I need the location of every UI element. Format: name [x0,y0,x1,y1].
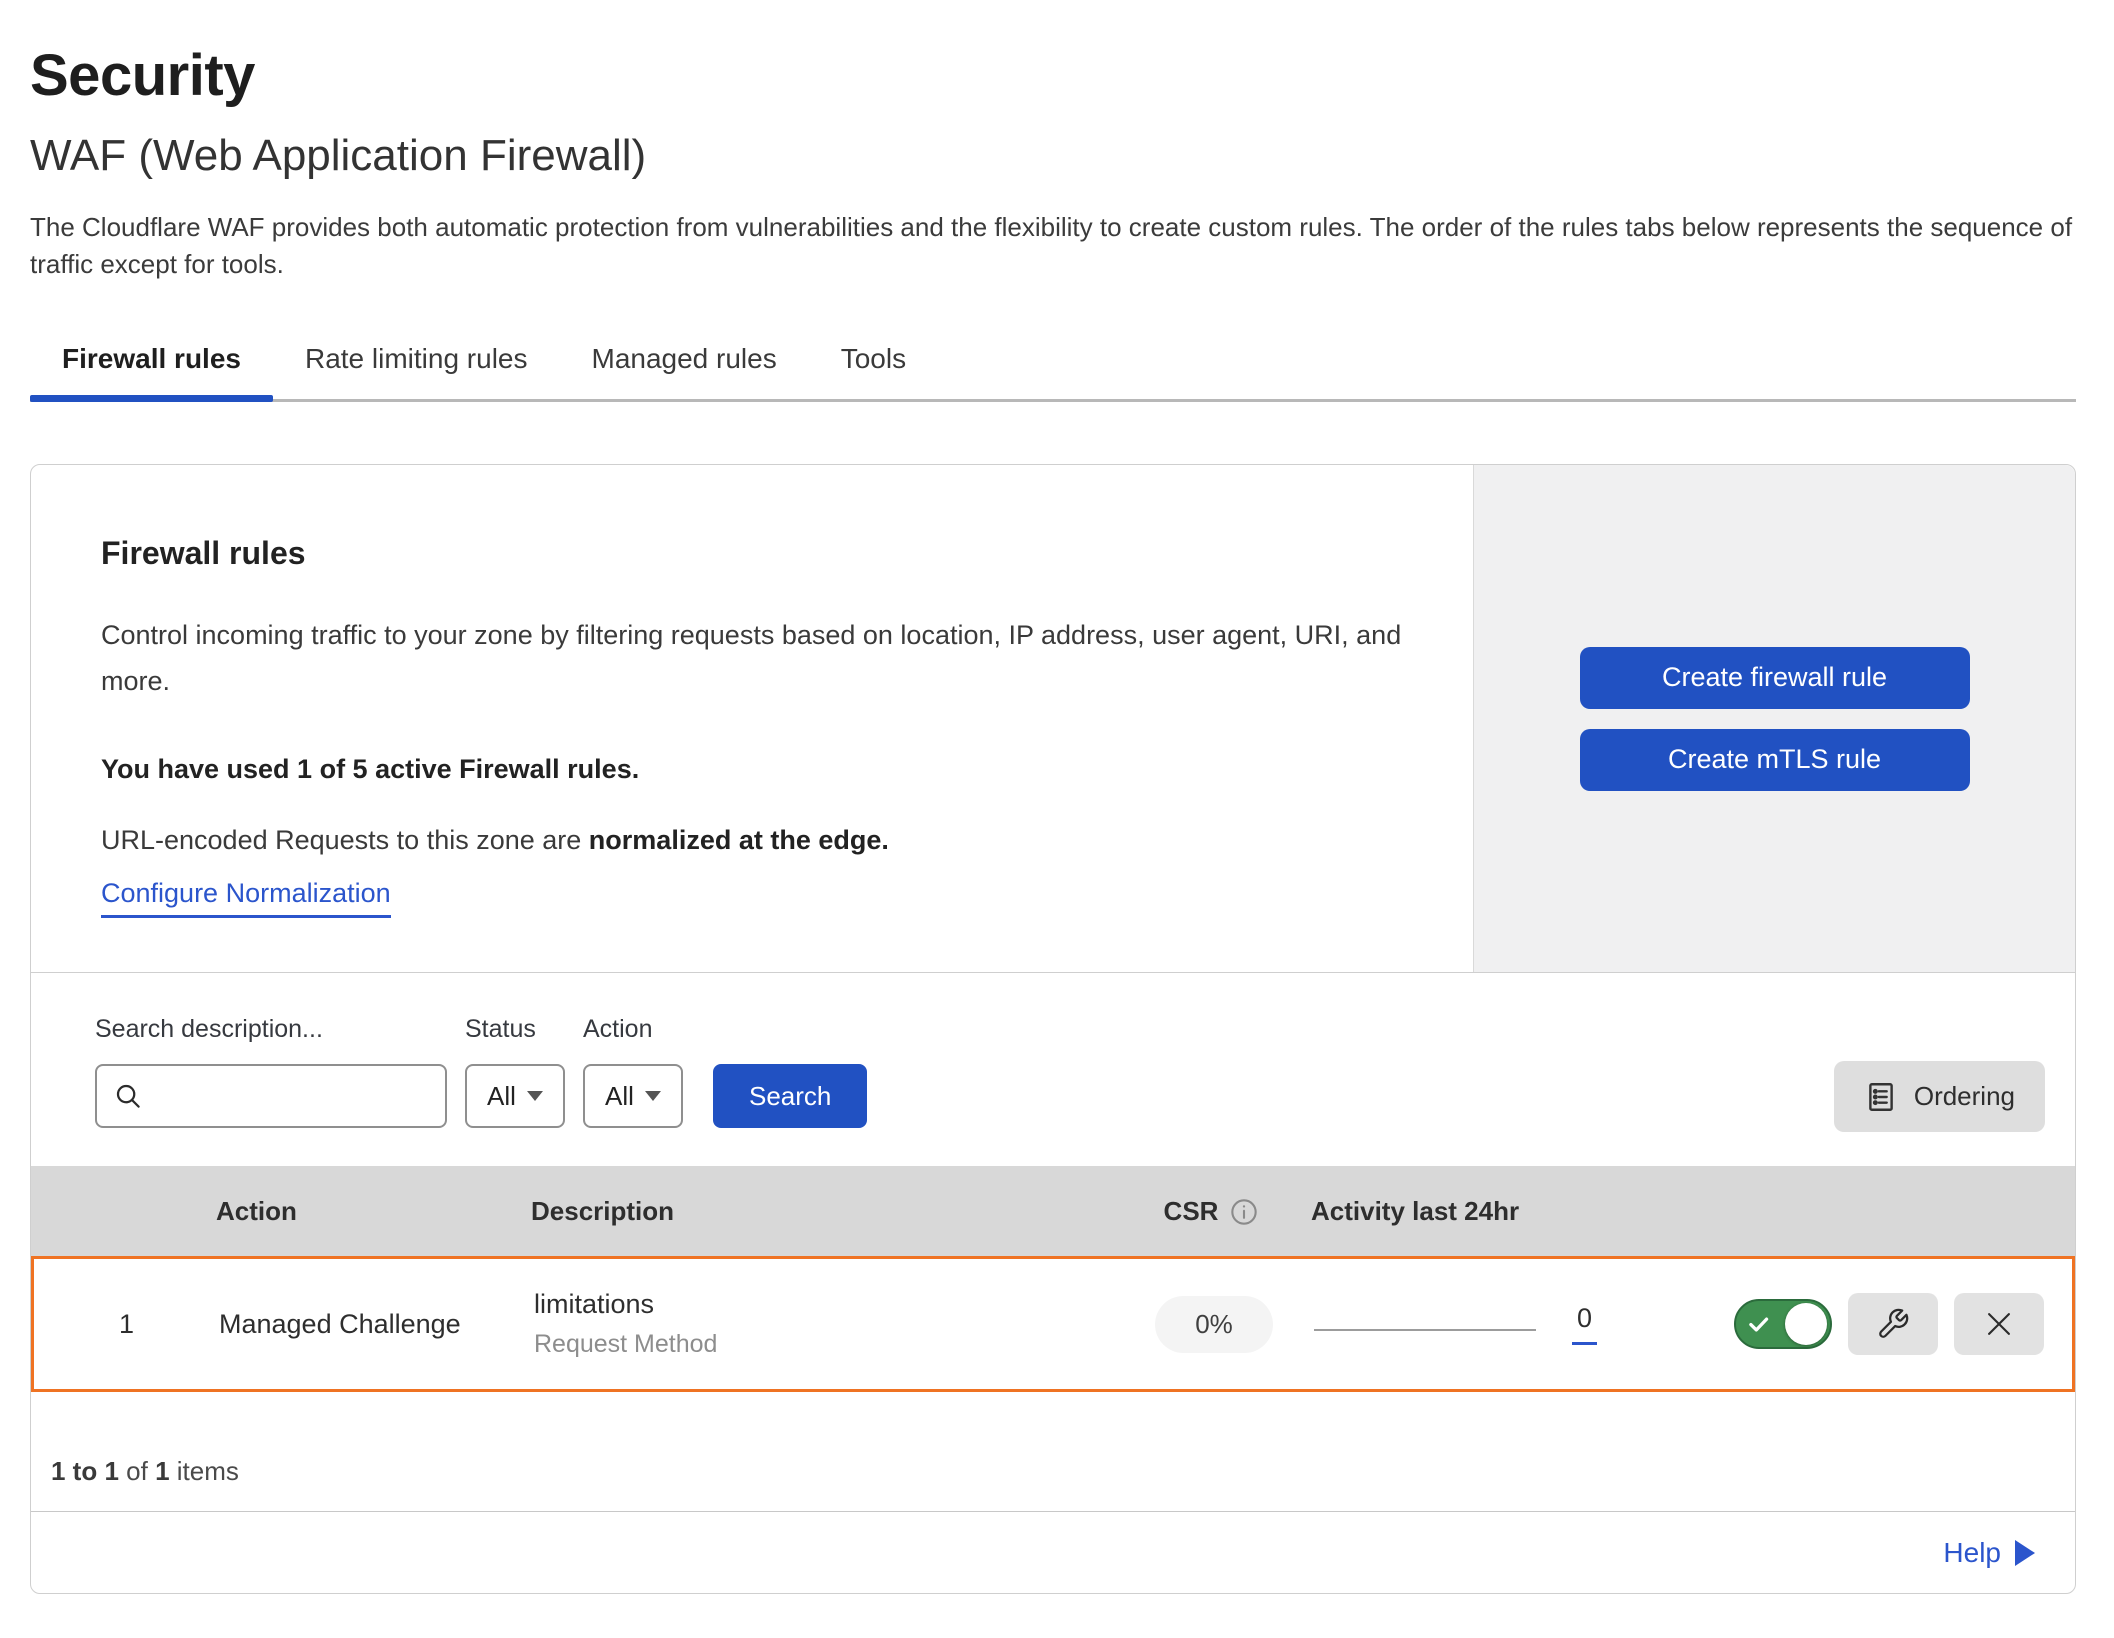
pagination: 1 to 1 of 1 items [31,1392,2075,1511]
edit-rule-button[interactable] [1848,1293,1938,1355]
firewall-rules-panel: Firewall rules Control incoming traffic … [30,464,2076,1594]
help-arrow-icon [2015,1540,2035,1566]
ordering-button-label: Ordering [1914,1081,2015,1112]
info-icon[interactable] [1230,1198,1258,1226]
header-csr-label: CSR [1164,1196,1219,1227]
action-select-value: All [605,1081,634,1112]
search-filter-group: Search description... [95,1015,447,1128]
status-select[interactable]: All [465,1064,565,1128]
caret-down-icon [645,1091,661,1101]
search-description-label: Search description... [95,1015,447,1044]
header-activity: Activity last 24hr [1311,1196,1691,1227]
rule-controls [1694,1293,2072,1355]
activity-sparkline [1314,1329,1536,1331]
action-select[interactable]: All [583,1064,683,1128]
caret-down-icon [527,1091,543,1101]
rule-description: limitations [534,1289,1114,1320]
check-icon [1746,1311,1772,1337]
pagination-range: 1 to 1 [51,1456,119,1486]
help-link-label: Help [1943,1537,2001,1569]
configure-normalization-link[interactable]: Configure Normalization [101,878,391,918]
tab-firewall-rules[interactable]: Firewall rules [30,327,273,399]
search-box [95,1064,447,1128]
action-filter-group: Action All [583,1015,683,1128]
page-description: The Cloudflare WAF provides both automat… [30,209,2076,283]
status-select-value: All [487,1081,516,1112]
close-icon [1982,1307,2016,1341]
rule-description-cell: limitations Request Method [534,1289,1114,1359]
page-title: Security [30,46,2076,107]
normalization-prefix: URL-encoded Requests to this zone are [101,825,581,855]
usage-line: You have used 1 of 5 active Firewall rul… [101,754,1413,785]
panel-footer: Help [31,1511,2075,1593]
header-description: Description [531,1196,1111,1227]
tab-bar: Firewall rules Rate limiting rules Manag… [30,327,2076,402]
rule-action: Managed Challenge [219,1309,534,1340]
table-row[interactable]: 1 Managed Challenge limitations Request … [31,1256,2075,1392]
rule-description-sub: Request Method [534,1330,1114,1359]
panel-heading: Firewall rules [101,535,1413,572]
tab-rate-limiting-rules[interactable]: Rate limiting rules [273,327,560,399]
tab-tools[interactable]: Tools [809,327,938,399]
header-csr: CSR [1111,1196,1311,1227]
rule-priority: 1 [34,1309,219,1340]
search-button[interactable]: Search [713,1064,867,1128]
create-mtls-rule-button[interactable]: Create mTLS rule [1580,729,1970,791]
status-label: Status [465,1015,565,1044]
header-action: Action [216,1196,531,1227]
ordering-button[interactable]: Ordering [1834,1061,2045,1132]
panel-actions: Create firewall rule Create mTLS rule [1473,465,2075,972]
csr-badge: 0% [1155,1296,1273,1353]
rule-enabled-toggle[interactable] [1734,1299,1832,1349]
activity-count-link[interactable]: 0 [1572,1303,1597,1345]
pagination-total: 1 [155,1456,169,1486]
rule-activity-cell: 0 [1314,1303,1694,1345]
tab-managed-rules[interactable]: Managed rules [560,327,809,399]
help-link[interactable]: Help [1943,1537,2035,1569]
panel-description: Control incoming traffic to your zone by… [101,612,1411,704]
table-header: Action Description CSR Activity last 24h… [31,1166,2075,1256]
pagination-items: items [177,1456,239,1486]
toggle-knob [1785,1303,1827,1345]
delete-rule-button[interactable] [1954,1293,2044,1355]
panel-info: Firewall rules Control incoming traffic … [31,465,1473,972]
create-firewall-rule-button[interactable]: Create firewall rule [1580,647,1970,709]
status-filter-group: Status All [465,1015,565,1128]
rule-csr-cell: 0% [1114,1296,1314,1353]
action-label: Action [583,1015,683,1044]
page-subtitle: WAF (Web Application Firewall) [30,133,2076,179]
filter-bar: Search description... Status All Actio [31,973,2075,1166]
normalization-bold: normalized at the edge. [589,825,889,855]
panel-top-section: Firewall rules Control incoming traffic … [31,465,2075,973]
security-waf-page: Security WAF (Web Application Firewall) … [0,0,2114,1594]
normalization-line: URL-encoded Requests to this zone are no… [101,825,1413,856]
wrench-icon [1876,1307,1910,1341]
search-input[interactable] [95,1064,447,1128]
pagination-of: of [126,1456,148,1486]
ordering-list-icon [1864,1080,1898,1114]
